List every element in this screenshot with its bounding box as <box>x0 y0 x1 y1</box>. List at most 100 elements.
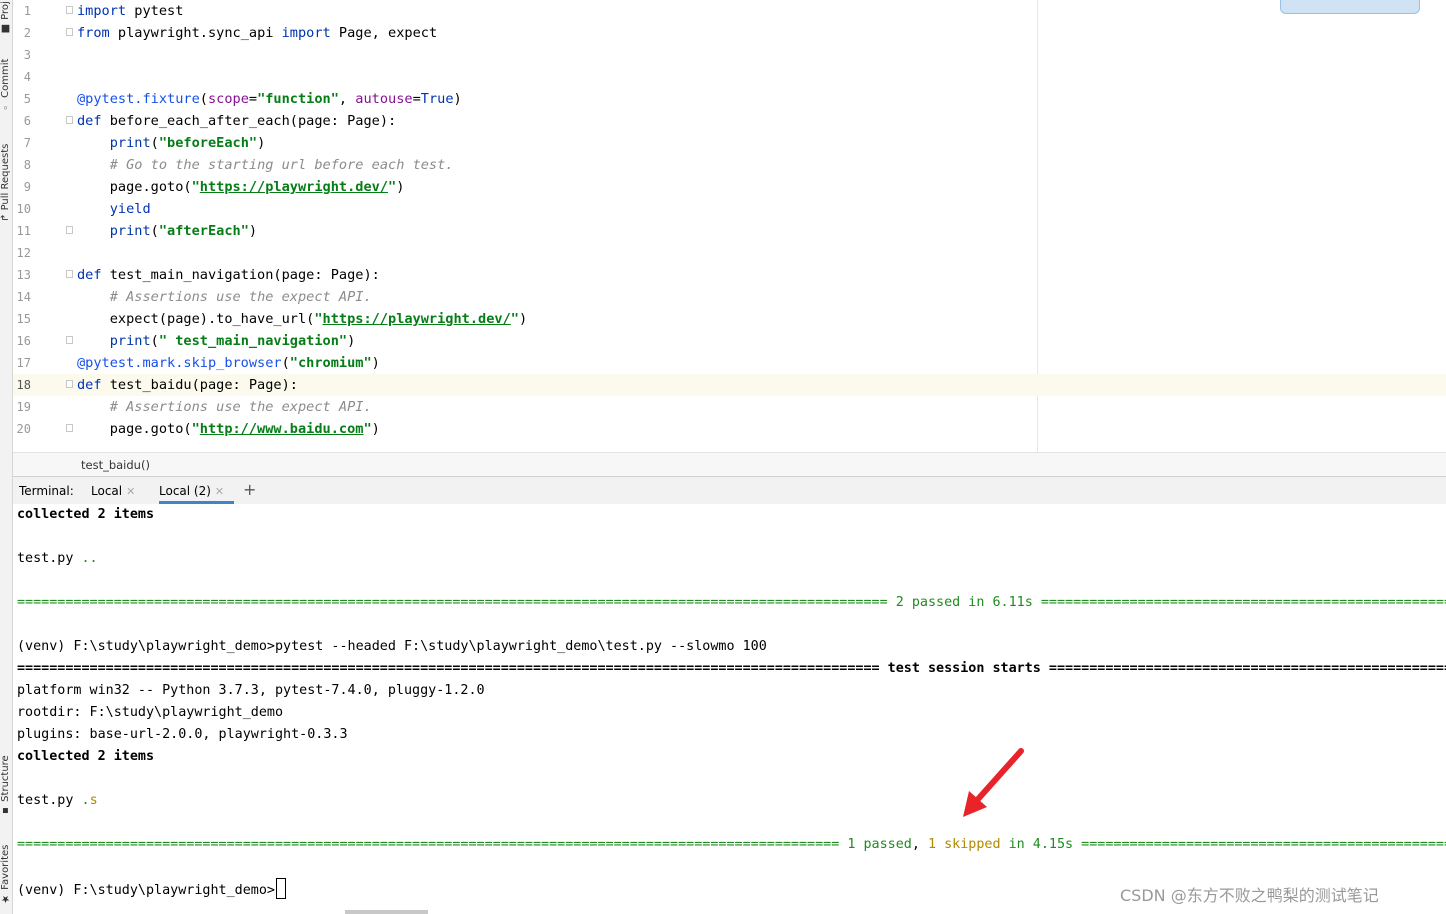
terminal-line: collected 2 items <box>17 507 155 522</box>
new-terminal-button[interactable]: + <box>243 480 256 499</box>
line-number: 20 <box>16 422 31 436</box>
code-line[interactable]: 16 print(" test_main_navigation") <box>13 330 1446 352</box>
red-arrow-annotation <box>963 748 1024 817</box>
code-text: print(" test_main_navigation") <box>109 333 356 349</box>
line-number: 6 <box>23 114 31 128</box>
line-number: 7 <box>23 136 31 150</box>
code-line[interactable]: 9 page.goto("https://playwright.dev/") <box>13 176 1446 198</box>
code-line[interactable]: 19 # Assertions use the expect API. <box>13 396 1446 418</box>
line-number: 17 <box>16 356 31 370</box>
code-text: # Go to the starting url before each tes… <box>109 157 454 173</box>
code-line[interactable]: 15 expect(page).to_have_url("https://pla… <box>13 308 1446 330</box>
code-line[interactable]: 4 <box>13 66 1446 88</box>
project-tab[interactable]: ■ Proj <box>0 0 13 34</box>
line-number: 16 <box>16 334 31 348</box>
code-line[interactable]: 8 # Go to the starting url before each t… <box>13 154 1446 176</box>
code-line[interactable]: 6 def before_each_after_each(page: Page): <box>13 110 1446 132</box>
code-text: from playwright.sync_api import Page, ex… <box>77 25 438 41</box>
line-number: 2 <box>23 26 31 40</box>
fold-icon[interactable] <box>66 28 73 36</box>
line-number: 1 <box>23 4 31 18</box>
line-number: 19 <box>16 400 31 414</box>
horizontal-scrollbar[interactable] <box>345 910 428 914</box>
terminal-line: rootdir: F:\study\playwright_demo <box>17 705 284 720</box>
line-number: 3 <box>23 48 31 62</box>
code-line[interactable]: 5 @pytest.fixture(scope="function", autou… <box>13 88 1446 110</box>
line-number: 4 <box>23 70 31 84</box>
line-number: 10 <box>16 202 31 216</box>
code-text: # Assertions use the expect API. <box>109 399 372 415</box>
watermark: CSDN @东方不败之鸭梨的测试笔记 <box>1120 886 1379 905</box>
terminal-line: collected 2 items <box>17 749 155 764</box>
tool-window-strip: ■ Proj ◦ Commit ↱ Pull Requests ▪ Struct… <box>0 0 13 914</box>
terminal-line: (venv) F:\study\playwright_demo>pytest -… <box>17 639 767 654</box>
code-line[interactable]: 13 def test_main_navigation(page: Page): <box>13 264 1446 286</box>
tab-local-2[interactable]: Local (2) ✕ <box>159 484 224 498</box>
text-cursor <box>275 878 286 899</box>
code-text: yield <box>109 201 151 217</box>
fold-icon[interactable] <box>66 270 73 278</box>
fold-icon[interactable] <box>66 6 73 14</box>
pull-request-icon: ↱ <box>0 213 11 222</box>
code-text: @pytest.mark.skip_browser("chromium") <box>77 355 380 371</box>
line-number: 8 <box>23 158 31 172</box>
code-line[interactable]: 10 yield <box>13 198 1446 220</box>
line-number: 18 <box>16 378 31 392</box>
translate-widget[interactable] <box>1280 0 1420 14</box>
fold-icon[interactable] <box>66 116 73 124</box>
code-editor[interactable]: 1 import pytest 2 from playwright.sync_api … <box>13 0 1446 452</box>
terminal-line: ========================================… <box>17 837 1446 852</box>
code-line[interactable]: 12 <box>13 242 1446 264</box>
code-text: print("beforeEach") <box>109 135 266 151</box>
close-icon[interactable]: ✕ <box>126 485 135 498</box>
commit-tab[interactable]: ◦ Commit <box>0 52 13 112</box>
arrow-shaft <box>968 748 1024 810</box>
code-line[interactable]: 7 print("beforeEach") <box>13 132 1446 154</box>
folder-icon: ■ <box>0 23 11 34</box>
code-line[interactable]: 1 import pytest <box>13 0 1446 22</box>
breadcrumb[interactable]: test_baidu() <box>13 452 1446 477</box>
fold-icon[interactable] <box>66 336 73 344</box>
code-line[interactable]: 11 print("afterEach") <box>13 220 1446 242</box>
fold-icon[interactable] <box>66 226 73 234</box>
terminal-line: plugins: base-url-2.0.0, playwright-0.3.… <box>17 727 348 742</box>
line-number: 14 <box>16 290 31 304</box>
terminal-label: Terminal: <box>19 484 74 498</box>
terminal-prompt[interactable]: (venv) F:\study\playwright_demo> <box>17 878 286 900</box>
code-text: page.goto("https://playwright.dev/") <box>77 179 405 195</box>
terminal-output[interactable]: collected 2 items test.py .. =============… <box>13 504 1446 914</box>
code-text: # Assertions use the expect API. <box>109 289 372 305</box>
code-line[interactable]: 20 page.goto("http://www.baidu.com") <box>13 418 1446 440</box>
terminal-line: test.py .s <box>17 793 98 808</box>
code-line[interactable]: 18 def test_baidu(page: Page): <box>13 374 1446 396</box>
structure-icon: ▪ <box>0 805 11 816</box>
code-text: expect(page).to_have_url("https://playwr… <box>77 311 528 327</box>
tab-local[interactable]: Local ✕ <box>91 484 135 498</box>
code-text: page.goto("http://www.baidu.com") <box>77 421 380 437</box>
favorites-tab[interactable]: ★ Favorites <box>0 834 13 904</box>
code-text: def before_each_after_each(page: Page): <box>77 113 397 129</box>
code-text: import pytest <box>77 3 184 19</box>
structure-tab[interactable]: ▪ Structure <box>0 748 13 816</box>
terminal-line: platform win32 -- Python 3.7.3, pytest-7… <box>17 683 485 698</box>
code-line[interactable]: 14 # Assertions use the expect API. <box>13 286 1446 308</box>
commit-icon: ◦ <box>0 101 11 112</box>
terminal-line: ========================================… <box>17 661 1446 676</box>
line-number: 12 <box>16 246 31 260</box>
code-text: print("afterEach") <box>109 223 258 239</box>
star-icon: ★ <box>0 893 11 904</box>
terminal-toolbar: Terminal: Local ✕ Local (2) ✕ + <box>13 476 1446 505</box>
line-number: 9 <box>23 180 31 194</box>
breadcrumb-item[interactable]: test_baidu() <box>81 458 150 472</box>
code-line[interactable]: 17 @pytest.mark.skip_browser("chromium") <box>13 352 1446 374</box>
terminal-line: ========================================… <box>17 595 1446 610</box>
pull-requests-tab[interactable]: ↱ Pull Requests <box>0 130 13 222</box>
code-line[interactable]: 3 <box>13 44 1446 66</box>
fold-icon[interactable] <box>66 424 73 432</box>
close-icon[interactable]: ✕ <box>215 485 224 498</box>
line-number: 5 <box>23 92 31 106</box>
fold-icon[interactable] <box>66 380 73 388</box>
code-line[interactable]: 2 from playwright.sync_api import Page, e… <box>13 22 1446 44</box>
code-text: @pytest.fixture(scope="function", autous… <box>77 91 462 107</box>
terminal-line: test.py .. <box>17 551 98 566</box>
